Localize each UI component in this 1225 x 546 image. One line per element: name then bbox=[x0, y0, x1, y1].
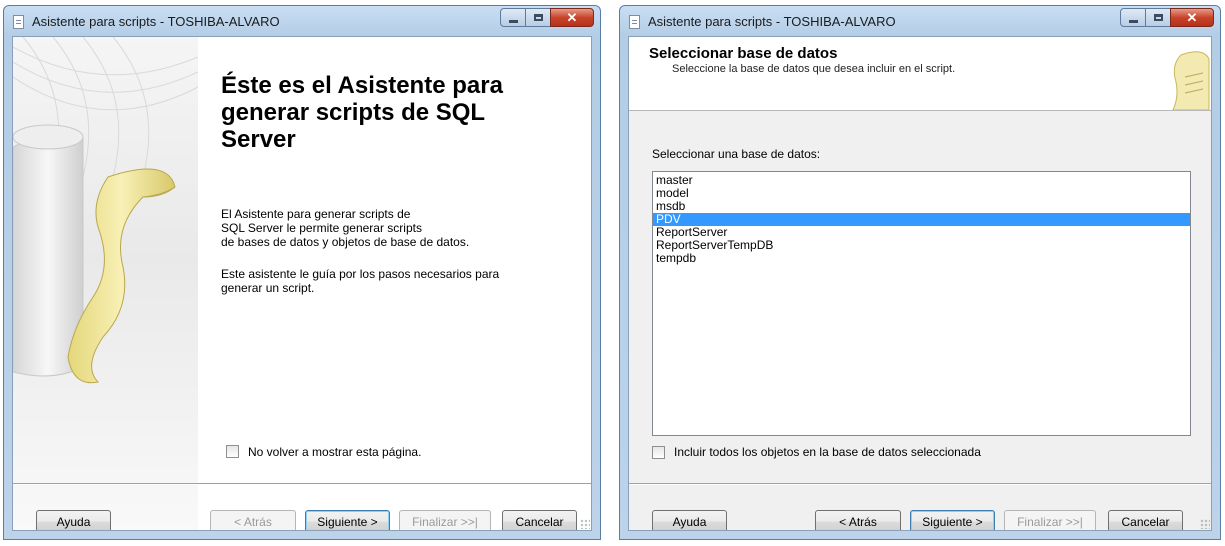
include-all-objects-checkbox[interactable] bbox=[652, 446, 665, 459]
cancel-button[interactable]: Cancelar bbox=[502, 510, 577, 530]
page-title: Seleccionar base de datos bbox=[649, 45, 838, 62]
close-button[interactable]: ✕ bbox=[1170, 8, 1214, 27]
list-item[interactable]: ReportServerTempDB bbox=[653, 239, 1190, 252]
window-title: Asistente para scripts - TOSHIBA-ALVARO bbox=[32, 14, 280, 29]
next-button[interactable]: Siguiente > bbox=[305, 510, 390, 530]
close-icon: ✕ bbox=[566, 9, 578, 25]
page-subtitle: Seleccione la base de datos que desea in… bbox=[672, 63, 956, 75]
maximize-icon bbox=[1153, 14, 1163, 21]
finish-button[interactable]: Finalizar >>| bbox=[1004, 510, 1096, 530]
window-title: Asistente para scripts - TOSHIBA-ALVARO bbox=[648, 14, 896, 29]
database-list-label: Seleccionar una base de datos: bbox=[652, 147, 821, 161]
include-all-objects-label: Incluir todos los objetos en la base de … bbox=[674, 445, 981, 459]
list-item[interactable]: model bbox=[653, 187, 1190, 200]
app-icon bbox=[629, 15, 640, 29]
guide-paragraph: Este asistente le guía por los pasos nec… bbox=[221, 267, 500, 295]
list-item-selected[interactable]: PDV bbox=[653, 213, 1190, 226]
footer-separator bbox=[13, 483, 591, 485]
dialog-client: Éste es el Asistente para generar script… bbox=[12, 36, 592, 531]
next-button[interactable]: Siguiente > bbox=[910, 510, 995, 530]
welcome-dialog-window: Asistente para scripts - TOSHIBA-ALVARO … bbox=[3, 5, 601, 540]
resize-grip[interactable] bbox=[1200, 519, 1210, 529]
maximize-button[interactable] bbox=[1145, 8, 1171, 27]
dont-show-again-label: No volver a mostrar esta página. bbox=[248, 445, 422, 459]
wizard-heading: Éste es el Asistente para generar script… bbox=[221, 72, 503, 153]
list-item[interactable]: msdb bbox=[653, 200, 1190, 213]
app-icon bbox=[13, 15, 24, 29]
minimize-button[interactable] bbox=[1120, 8, 1146, 27]
list-item[interactable]: tempdb bbox=[653, 252, 1190, 265]
select-database-dialog-window: Asistente para scripts - TOSHIBA-ALVARO … bbox=[619, 5, 1221, 540]
finish-button[interactable]: Finalizar >>| bbox=[399, 510, 491, 530]
title-bar[interactable]: Asistente para scripts - TOSHIBA-ALVARO … bbox=[620, 6, 1220, 36]
list-item[interactable]: master bbox=[653, 174, 1190, 187]
close-button[interactable]: ✕ bbox=[550, 8, 594, 27]
welcome-content: Éste es el Asistente para generar script… bbox=[198, 37, 591, 530]
cancel-button[interactable]: Cancelar bbox=[1108, 510, 1183, 530]
database-listbox[interactable]: master model msdb PDV ReportServer Repor… bbox=[652, 171, 1191, 436]
dialog-client: Seleccionar base de datos Seleccione la … bbox=[628, 36, 1212, 531]
wizard-illustration bbox=[13, 37, 198, 530]
dont-show-again-checkbox[interactable] bbox=[226, 445, 239, 458]
intro-paragraph: El Asistente para generar scripts de SQL… bbox=[221, 207, 470, 249]
footer-separator bbox=[629, 483, 1211, 485]
title-bar[interactable]: Asistente para scripts - TOSHIBA-ALVARO … bbox=[4, 6, 600, 36]
resize-grip[interactable] bbox=[580, 519, 590, 529]
help-button[interactable]: Ayuda bbox=[36, 510, 111, 530]
page-header: Seleccionar base de datos Seleccione la … bbox=[629, 37, 1211, 111]
back-button[interactable]: < Atrás bbox=[210, 510, 296, 530]
maximize-button[interactable] bbox=[525, 8, 551, 27]
close-icon: ✕ bbox=[1186, 9, 1198, 25]
minimize-icon bbox=[508, 19, 518, 23]
help-button[interactable]: Ayuda bbox=[652, 510, 727, 530]
maximize-icon bbox=[533, 14, 543, 21]
scroll-illustration-icon bbox=[13, 37, 198, 384]
scroll-header-icon bbox=[1172, 51, 1210, 110]
minimize-icon bbox=[1128, 19, 1138, 23]
minimize-button[interactable] bbox=[500, 8, 526, 27]
back-button[interactable]: < Atrás bbox=[815, 510, 901, 530]
